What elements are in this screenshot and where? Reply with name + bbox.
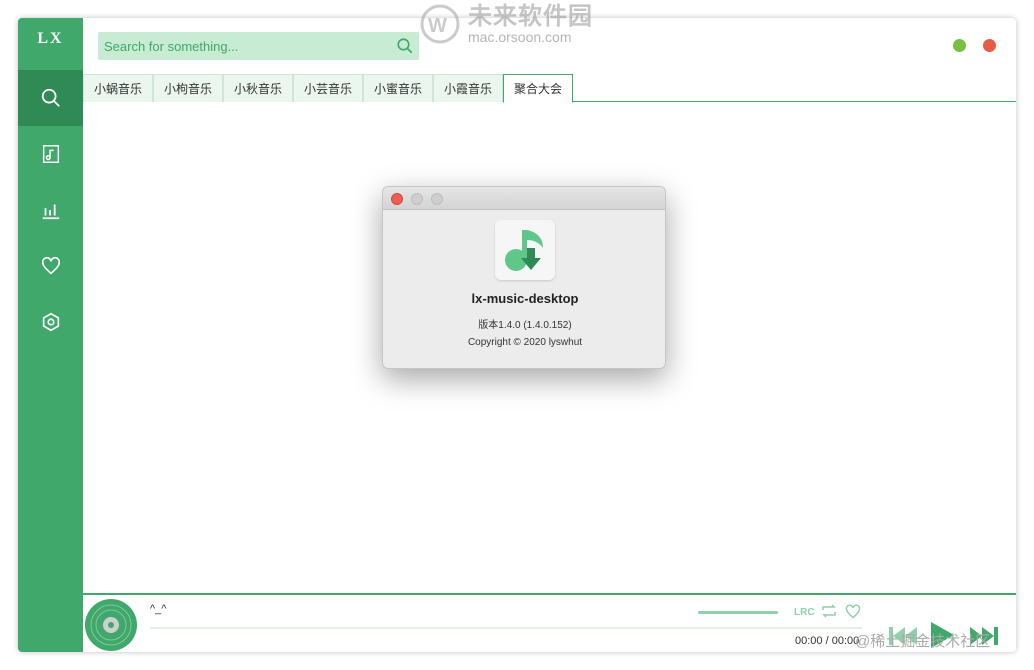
search-input[interactable] bbox=[98, 32, 391, 60]
search-icon bbox=[41, 88, 60, 107]
search-button[interactable] bbox=[391, 32, 419, 60]
dialog-copyright: Copyright © 2020 lyswhut bbox=[467, 337, 583, 348]
progress-bar[interactable] bbox=[150, 627, 862, 629]
repeat-icon bbox=[822, 604, 836, 618]
music-download-icon bbox=[505, 230, 543, 271]
tab-aggregate[interactable]: 聚合大会 bbox=[503, 74, 573, 103]
time-separator: / bbox=[825, 635, 829, 647]
dialog-app-name: lx-music-desktop bbox=[471, 291, 579, 306]
dialog-zoom-button[interactable] bbox=[431, 193, 443, 205]
svg-text:LRC: LRC bbox=[794, 607, 815, 618]
bar-chart-icon bbox=[42, 204, 59, 220]
tab-source-5[interactable]: 小蜜音乐 bbox=[363, 74, 433, 102]
watermark-logo-icon: W bbox=[420, 4, 460, 44]
close-button[interactable] bbox=[983, 39, 996, 52]
sidebar: LX bbox=[18, 18, 83, 652]
tab-source-1[interactable]: 小蜗音乐 bbox=[83, 74, 153, 102]
dialog-titlebar bbox=[383, 187, 665, 210]
song-name: ^_^ bbox=[150, 603, 167, 615]
tab-source-2[interactable]: 小枸音乐 bbox=[153, 74, 223, 102]
play-time: 00:00 / 00:00 bbox=[795, 635, 859, 647]
heart-icon bbox=[845, 604, 861, 619]
search-box[interactable] bbox=[98, 32, 419, 60]
loop-button[interactable] bbox=[820, 603, 838, 624]
lrc-icon: LRC bbox=[794, 607, 815, 618]
watermark-title: 未来软件园 bbox=[468, 3, 593, 30]
sidebar-item-leaderboard[interactable] bbox=[18, 182, 83, 238]
about-dialog: lx-music-desktop 版本1.4.0 (1.4.0.152) Cop… bbox=[382, 186, 666, 369]
settings-icon bbox=[42, 312, 59, 332]
favorite-button[interactable] bbox=[844, 603, 862, 624]
app-icon bbox=[495, 220, 555, 280]
search-icon bbox=[397, 38, 413, 54]
corner-brand: @稀土掘金技术社区 bbox=[855, 633, 991, 650]
lyric-button[interactable]: LRC bbox=[793, 603, 815, 624]
source-tabs: 小蜗音乐 小枸音乐 小秋音乐 小芸音乐 小蜜音乐 小霞音乐 聚合大会 bbox=[83, 74, 1016, 103]
watermark-url: mac.orsoon.com bbox=[468, 29, 572, 45]
dialog-close-button[interactable] bbox=[391, 193, 403, 205]
tab-source-6[interactable]: 小霞音乐 bbox=[433, 74, 503, 102]
minimize-button[interactable] bbox=[953, 39, 966, 52]
tab-source-3[interactable]: 小秋音乐 bbox=[223, 74, 293, 102]
volume-slider[interactable] bbox=[698, 611, 778, 614]
heart-icon bbox=[41, 256, 60, 275]
current-time: 00:00 bbox=[795, 635, 823, 647]
dialog-version: 版本1.4.0 (1.4.0.152) bbox=[478, 320, 572, 331]
sidebar-item-song-list[interactable] bbox=[18, 126, 83, 182]
sidebar-item-settings[interactable] bbox=[18, 294, 83, 350]
sidebar-item-search[interactable] bbox=[18, 70, 83, 126]
album-disc[interactable] bbox=[85, 599, 137, 651]
watermark: W 未来软件园 mac.orsoon.com bbox=[418, 4, 593, 44]
music-file-icon bbox=[42, 145, 59, 163]
dialog-minimize-button[interactable] bbox=[411, 193, 423, 205]
tab-source-4[interactable]: 小芸音乐 bbox=[293, 74, 363, 102]
disc-icon bbox=[90, 604, 132, 646]
sidebar-item-favorites[interactable] bbox=[18, 238, 83, 294]
svg-text:W: W bbox=[428, 15, 447, 37]
app-logo: LX bbox=[37, 30, 64, 47]
